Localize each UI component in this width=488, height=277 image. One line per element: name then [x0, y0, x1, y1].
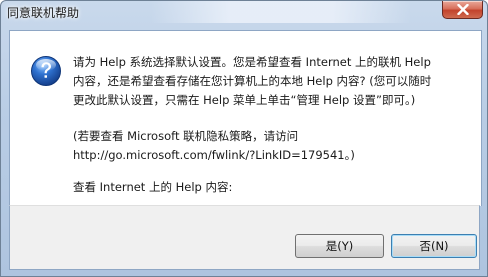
prompt-text: 查看 Internet 上的 Help 内容: [73, 178, 232, 197]
message-line: 内容，还是希望查看存储在您计算机上的本地 Help 内容? (您可以随时 [73, 74, 432, 88]
yes-button[interactable]: 是(Y) [295, 234, 384, 258]
main-message: 请为 Help 系统选择默认设置。您是希望查看 Internet 上的联机 He… [73, 53, 431, 110]
privacy-line: (若要查看 Microsoft 联机隐私策略，请访问 [73, 129, 299, 143]
privacy-url: http://go.microsoft.com/fwlink/?LinkID=1… [73, 148, 355, 162]
question-icon [31, 56, 61, 86]
dialog-window: 同意联机帮助 请为 Help 系统选择默认设置。您是希望查看 Internet … [0, 0, 488, 277]
prompt-line: 查看 Internet 上的 Help 内容: [73, 180, 233, 194]
close-icon [457, 4, 469, 15]
privacy-message: (若要查看 Microsoft 联机隐私策略，请访问 http://go.mic… [73, 127, 355, 165]
window-title: 同意联机帮助 [7, 6, 80, 20]
message-line: 更改此默认设置，只需在 Help 菜单上单击“管理 Help 设置”即可。) [73, 93, 416, 107]
title-bar[interactable]: 同意联机帮助 [1, 1, 487, 23]
message-area: 请为 Help 系统选择默认设置。您是希望查看 Internet 上的联机 He… [9, 30, 482, 206]
message-line: 请为 Help 系统选择默认设置。您是希望查看 Internet 上的联机 He… [73, 55, 431, 69]
button-bar: 是(Y) 否(N) [9, 205, 480, 270]
no-button[interactable]: 否(N) [391, 234, 477, 258]
close-button[interactable] [442, 1, 483, 19]
